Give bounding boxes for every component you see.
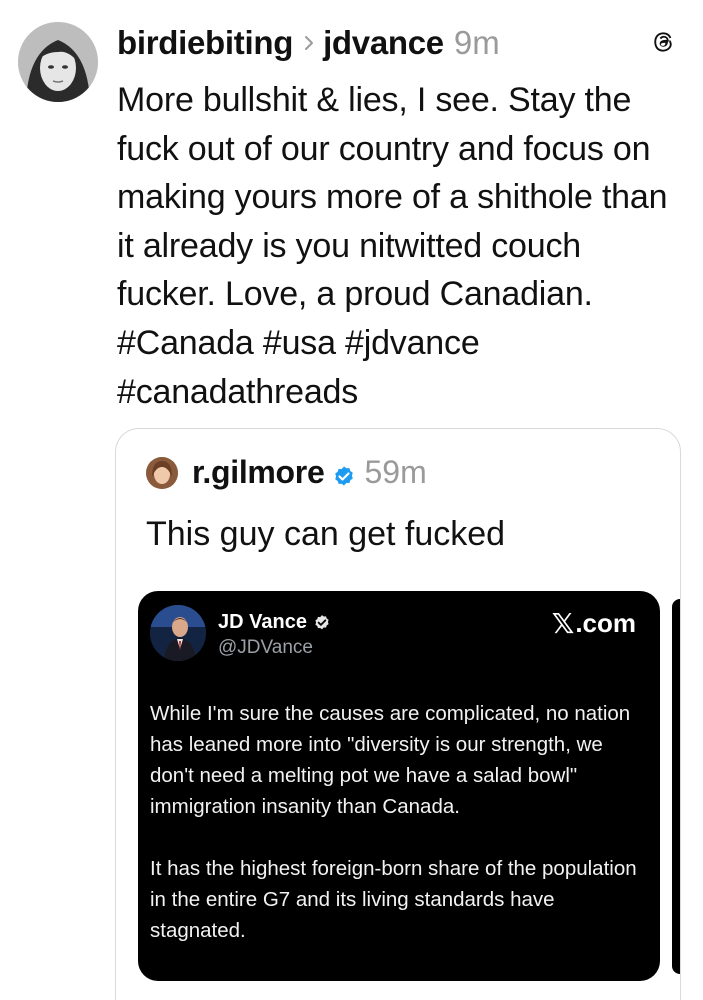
- x-post-avatar: [150, 605, 206, 661]
- next-media-peek[interactable]: [672, 599, 680, 974]
- quoted-post-timestamp: 59m: [364, 453, 427, 490]
- x-verified-badge-icon: [313, 614, 331, 632]
- post-header: birdiebiting jdvance 9m: [117, 20, 685, 66]
- x-logo-icon: 𝕏: [551, 608, 575, 639]
- x-post-paragraph: While I'm sure the causes are complicate…: [150, 702, 631, 818]
- x-post-display-name: JD Vance: [218, 611, 331, 634]
- quoted-post-card[interactable]: r.gilmore 59m This guy can get fucked JD…: [115, 428, 681, 1000]
- quoted-post-header: r.gilmore 59m: [192, 451, 427, 493]
- embedded-x-post-image[interactable]: JD Vance @JDVance 𝕏 .com While I'm sure …: [138, 591, 660, 981]
- post-body-text: More bullshit & lies, I see. Stay the fu…: [117, 81, 668, 411]
- x-post-body: While I'm sure the causes are complicate…: [150, 698, 650, 946]
- x-avatar-photo: [150, 605, 206, 661]
- x-display-name-text: JD Vance: [218, 611, 307, 633]
- x-site-label: 𝕏 .com: [552, 607, 636, 640]
- threads-logo-icon[interactable]: [649, 28, 679, 58]
- quoted-post-text: This guy can get fucked: [146, 515, 506, 553]
- x-post-handle: @JDVance: [218, 637, 313, 658]
- threads-reply-screen: birdiebiting jdvance 9m More bullshit & …: [0, 0, 703, 1000]
- quoted-username-link[interactable]: r.gilmore: [192, 454, 325, 491]
- reply-to-username-link[interactable]: jdvance: [323, 24, 444, 62]
- username-link[interactable]: birdiebiting: [117, 24, 293, 62]
- quoted-avatar[interactable]: [146, 457, 178, 489]
- x-post-paragraph: It has the highest foreign-born share of…: [150, 857, 637, 942]
- avatar-photo: [18, 22, 98, 102]
- x-site-domain: .com: [575, 608, 636, 638]
- post-timestamp: 9m: [453, 24, 500, 61]
- verified-badge-icon: [332, 460, 356, 486]
- avatar[interactable]: [18, 22, 98, 102]
- quoted-avatar-photo: [146, 457, 178, 489]
- chevron-right-icon: [303, 34, 315, 52]
